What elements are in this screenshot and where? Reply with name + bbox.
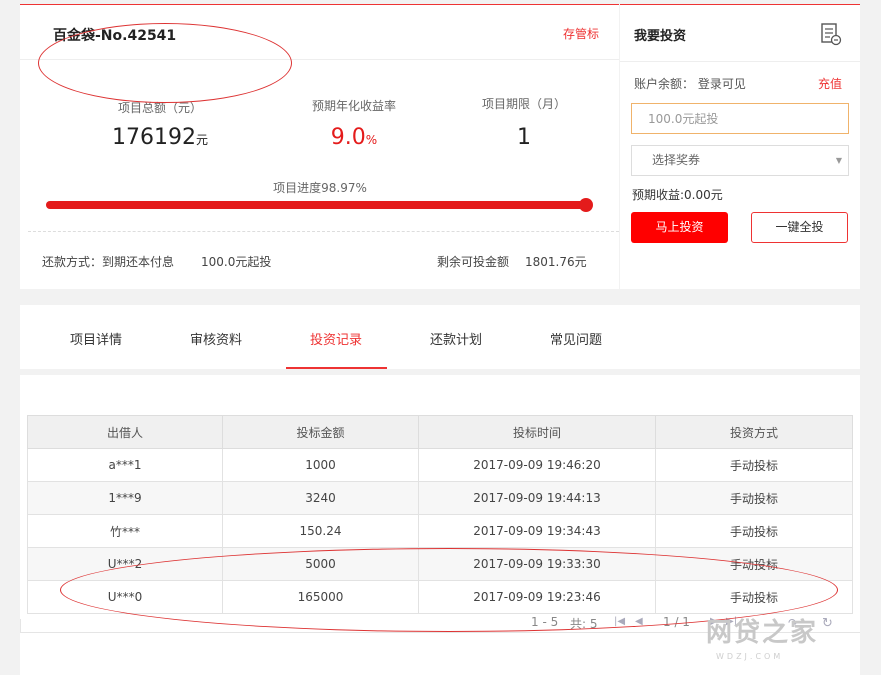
column-header-time: 投标时间	[418, 415, 656, 449]
invest-all-button[interactable]: 一键全投	[751, 212, 848, 243]
annual-rate-number: 9.0	[330, 125, 366, 150]
cell-amount: 1000	[222, 448, 419, 482]
tab-repayment-plan[interactable]: 还款计划	[406, 329, 506, 348]
expected-income: 预期收益:0.00元	[632, 188, 723, 202]
cell-amount: 3240	[222, 481, 419, 515]
term-label: 项目期限（月）	[481, 97, 566, 111]
watermark: 网贷之家	[706, 618, 819, 648]
column-header-amount: 投标金额	[222, 415, 419, 449]
total-amount-number: 176192	[112, 125, 196, 150]
invest-now-button[interactable]: 马上投资	[631, 212, 728, 243]
column-header-lender: 出借人	[27, 415, 223, 449]
table-row: a***1 1000 2017-09-09 19:46:20 手动投标	[27, 448, 853, 482]
cell-time: 2017-09-09 19:44:13	[418, 481, 656, 515]
table-row: 1***9 3240 2017-09-09 19:44:13 手动投标	[27, 481, 853, 515]
invest-panel: 我要投资 账户余额： 登录可见 充值 选择奖券 ▼ 预期收益:0.00元 马上投…	[620, 4, 860, 289]
coupon-select[interactable]: 选择奖券 ▼	[631, 145, 849, 176]
annotation-ellipse	[38, 23, 292, 103]
term-value: 1	[517, 125, 531, 150]
balance-label: 账户余额：	[634, 77, 695, 91]
remaining-value: 1801.76元	[525, 255, 587, 269]
document-icon[interactable]	[820, 22, 842, 46]
progress-label: 项目进度98.97%	[273, 181, 367, 195]
active-tab-indicator	[286, 367, 387, 369]
min-invest: 100.0元起投	[201, 255, 272, 269]
recharge-link[interactable]: 充值	[818, 75, 842, 92]
table-row: 竹*** 150.24 2017-09-09 19:34:43 手动投标	[27, 514, 853, 548]
cell-time: 2017-09-09 19:34:43	[418, 514, 656, 548]
annual-rate-value: 9.0%	[274, 125, 434, 150]
balance-row: 账户余额： 登录可见	[634, 75, 746, 92]
annual-rate-label: 预期年化收益率	[311, 99, 396, 113]
remaining-label: 剩余可投金额	[437, 255, 510, 269]
dashed-divider	[28, 231, 619, 232]
column-header-method: 投资方式	[655, 415, 853, 449]
tab-faq[interactable]: 常见问题	[526, 329, 626, 348]
cell-lender: a***1	[27, 448, 223, 482]
progress-bar	[46, 198, 593, 212]
custody-tag[interactable]: 存管标	[563, 25, 599, 42]
total-amount-value: 176192元	[80, 125, 240, 150]
tab-bar: 项目详情 审核资料 投资记录 还款计划 常见问题	[20, 305, 860, 369]
balance-value: 登录可见	[697, 77, 746, 91]
invest-title: 我要投资	[634, 29, 687, 44]
tab-project-details[interactable]: 项目详情	[46, 329, 146, 348]
cell-time: 2017-09-09 19:46:20	[418, 448, 656, 482]
divider	[620, 61, 860, 62]
annual-rate-unit: %	[365, 133, 378, 147]
cell-lender: 1***9	[27, 481, 223, 515]
table-header-row: 出借人 投标金额 投标时间 投资方式	[27, 415, 853, 449]
cell-method: 手动投标	[655, 514, 853, 548]
total-amount-unit: 元	[195, 133, 208, 147]
refresh-icon[interactable]: ↻	[822, 616, 833, 631]
coupon-select-label: 选择奖券	[652, 153, 701, 167]
cell-method: 手动投标	[655, 448, 853, 482]
repay-method: 还款方式：到期还本付息	[42, 255, 175, 269]
tab-investment-records[interactable]: 投资记录	[286, 329, 386, 348]
cell-lender: 竹***	[27, 514, 223, 548]
progress-knob	[579, 198, 593, 212]
progress-fill	[46, 201, 586, 209]
cell-method: 手动投标	[655, 481, 853, 515]
watermark-subtitle: WDZJ.COM	[716, 652, 784, 661]
cell-amount: 150.24	[222, 514, 419, 548]
project-card: 百金袋-No.42541 存管标 项目总额（元） 176192元 预期年化收益率…	[20, 4, 619, 289]
amount-input[interactable]	[631, 103, 849, 134]
chevron-down-icon: ▼	[835, 156, 842, 165]
tab-audit-materials[interactable]: 审核资料	[166, 329, 266, 348]
